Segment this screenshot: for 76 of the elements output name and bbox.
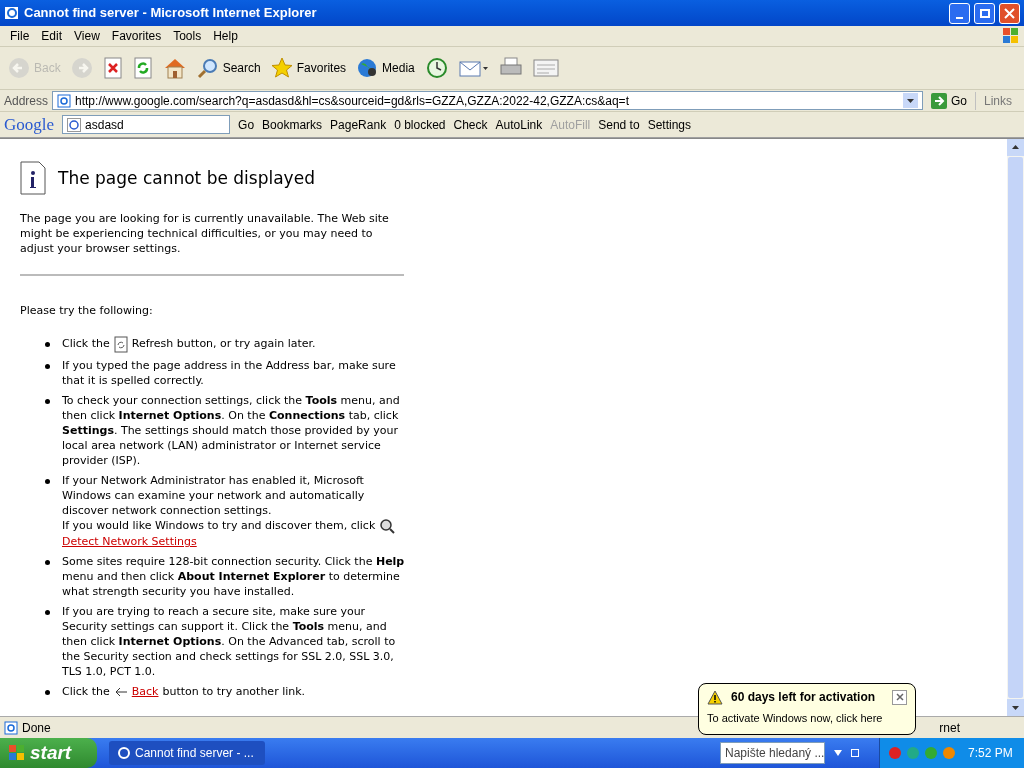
detect-network-settings-link[interactable]: Detect Network Settings [62, 535, 197, 548]
square-icon[interactable] [851, 749, 859, 757]
close-button[interactable] [892, 689, 907, 705]
toolbar-button[interactable]: Media [352, 50, 419, 86]
search-engine-icon[interactable] [67, 117, 82, 132]
left-arrow-icon [113, 686, 128, 697]
bullet-text: If your Network Administrator has enabled it, Microsoft Windows can examine your network and automatically discover network connection settings. [62, 473, 366, 518]
links-label[interactable]: Links [975, 91, 1020, 110]
toolbar-button[interactable]: Search [192, 50, 265, 86]
menu-item[interactable]: Help [207, 27, 244, 45]
address-field[interactable]: http://www.google.com/search?q=asdasd&hl=cs&sourceid=gd&rls=GZZA,GZZA:2022-42,GZZA:cs&aq=t [52, 91, 923, 110]
balloon-text: To activate Windows now, click here [707, 711, 884, 726]
dropdown-icon[interactable] [902, 93, 918, 108]
refresh-icon [113, 336, 128, 353]
try-heading: Please try the following: [20, 303, 154, 318]
back-link[interactable]: Back [131, 684, 159, 699]
bullet-text: If you would like Windows to try and discover them, click [62, 519, 376, 532]
bullet-text: Click the [62, 684, 110, 699]
toolbar-button[interactable]: Favorites [266, 50, 351, 86]
window-title: Cannot find server - Microsoft Internet Explorer [24, 4, 318, 23]
taskbar-search-field[interactable]: Napište hledaný ... [720, 742, 825, 764]
close-icon [1004, 7, 1015, 19]
scroll-down-icon[interactable] [1007, 699, 1024, 716]
google-go-button[interactable]: Go [238, 115, 255, 134]
flag-logo-icon [8, 744, 26, 762]
page-heading: The page cannot be displayed [58, 167, 315, 189]
bullet-text: If you are trying to reach a secure site, make sure your Security settings can support it. Click the Tools menu, and then click Internet Options. On the Advanced tab, scroll to the Security section and check settings for SSL 2.0, SSL 3.0, TLS 1.0, PCT 1.0. [62, 605, 396, 678]
menu-item[interactable]: Favorites [105, 27, 168, 45]
right-arrow-icon [930, 92, 947, 109]
taskbar-window-button[interactable]: Cannot find server - ... [109, 741, 265, 765]
google-toolbar-button[interactable]: Check [453, 115, 488, 134]
intro-paragraph: The page you are looking for is currently unavailable. The Web site might be experiencing technical difficulties, or you may need to adjust your browser settings. [20, 211, 390, 256]
balloon-title: 60 days left for activation [731, 689, 877, 706]
scrollbar[interactable] [1007, 139, 1024, 716]
stop-icon [102, 57, 123, 79]
bullet-text: To check your connection settings, click the Tools menu, and then click Internet Options. On the Connections tab, click Settings. The settings should match those provided by your local area network (LAN) administrator or Internet service provider (ISP). [62, 394, 400, 467]
flag-logo-icon [1002, 27, 1020, 45]
browser-icon [117, 746, 131, 760]
magnifier-icon [378, 518, 395, 534]
clock-time: 7:52 PM [968, 745, 1013, 762]
close-icon [895, 693, 904, 701]
google-search-field[interactable]: asdasd [62, 115, 231, 134]
bullet-text: If you typed the page address in the Address bar, make sure that it is spelled correctly. [62, 359, 396, 387]
google-toolbar-button[interactable]: AutoLink [495, 115, 543, 134]
star-icon [270, 57, 293, 79]
google-logo: Google [4, 113, 55, 136]
maximize-button[interactable] [974, 2, 995, 24]
zone-text: rnet [939, 719, 960, 737]
page-icon [57, 93, 72, 108]
menu-item[interactable]: View [68, 27, 106, 45]
browser-icon [4, 5, 20, 21]
refresh-icon [132, 57, 153, 79]
menu-item[interactable]: File [4, 27, 36, 45]
clock-icon [424, 57, 449, 79]
info-icon [20, 161, 46, 195]
google-toolbar-button[interactable]: Send to [598, 115, 640, 134]
scroll-up-icon[interactable] [1007, 139, 1024, 156]
address-label: Address [4, 92, 49, 110]
go-button[interactable]: Go [926, 91, 971, 110]
menu-item[interactable]: Tools [167, 27, 208, 45]
warning-icon [707, 689, 723, 705]
google-toolbar-button[interactable]: Bookmarks [262, 115, 323, 134]
status-text: Done [22, 719, 51, 737]
bullet-text: Some sites require 128-bit connection security. Click the Help menu and then click About Internet Explorer to determine what strength security you have installed. [62, 555, 405, 598]
menu-item[interactable]: Edit [35, 27, 69, 45]
google-toolbar-button[interactable]: Settings [647, 115, 691, 134]
activation-balloon[interactable]: 60 days left for activation To activate Windows now, click here [698, 683, 916, 735]
bullet-text: button to try another link. [162, 684, 306, 699]
magnifier-icon [196, 57, 219, 79]
google-toolbar-button[interactable]: PageRank [330, 115, 387, 134]
google-toolbar-button[interactable]: 0 blocked [394, 115, 446, 134]
document-icon [532, 57, 559, 79]
bullet-text: Refresh button, or try again later. [131, 336, 316, 351]
bullet-text: Click the [62, 336, 110, 351]
minimize-button[interactable] [949, 2, 970, 24]
page-icon [4, 720, 18, 735]
